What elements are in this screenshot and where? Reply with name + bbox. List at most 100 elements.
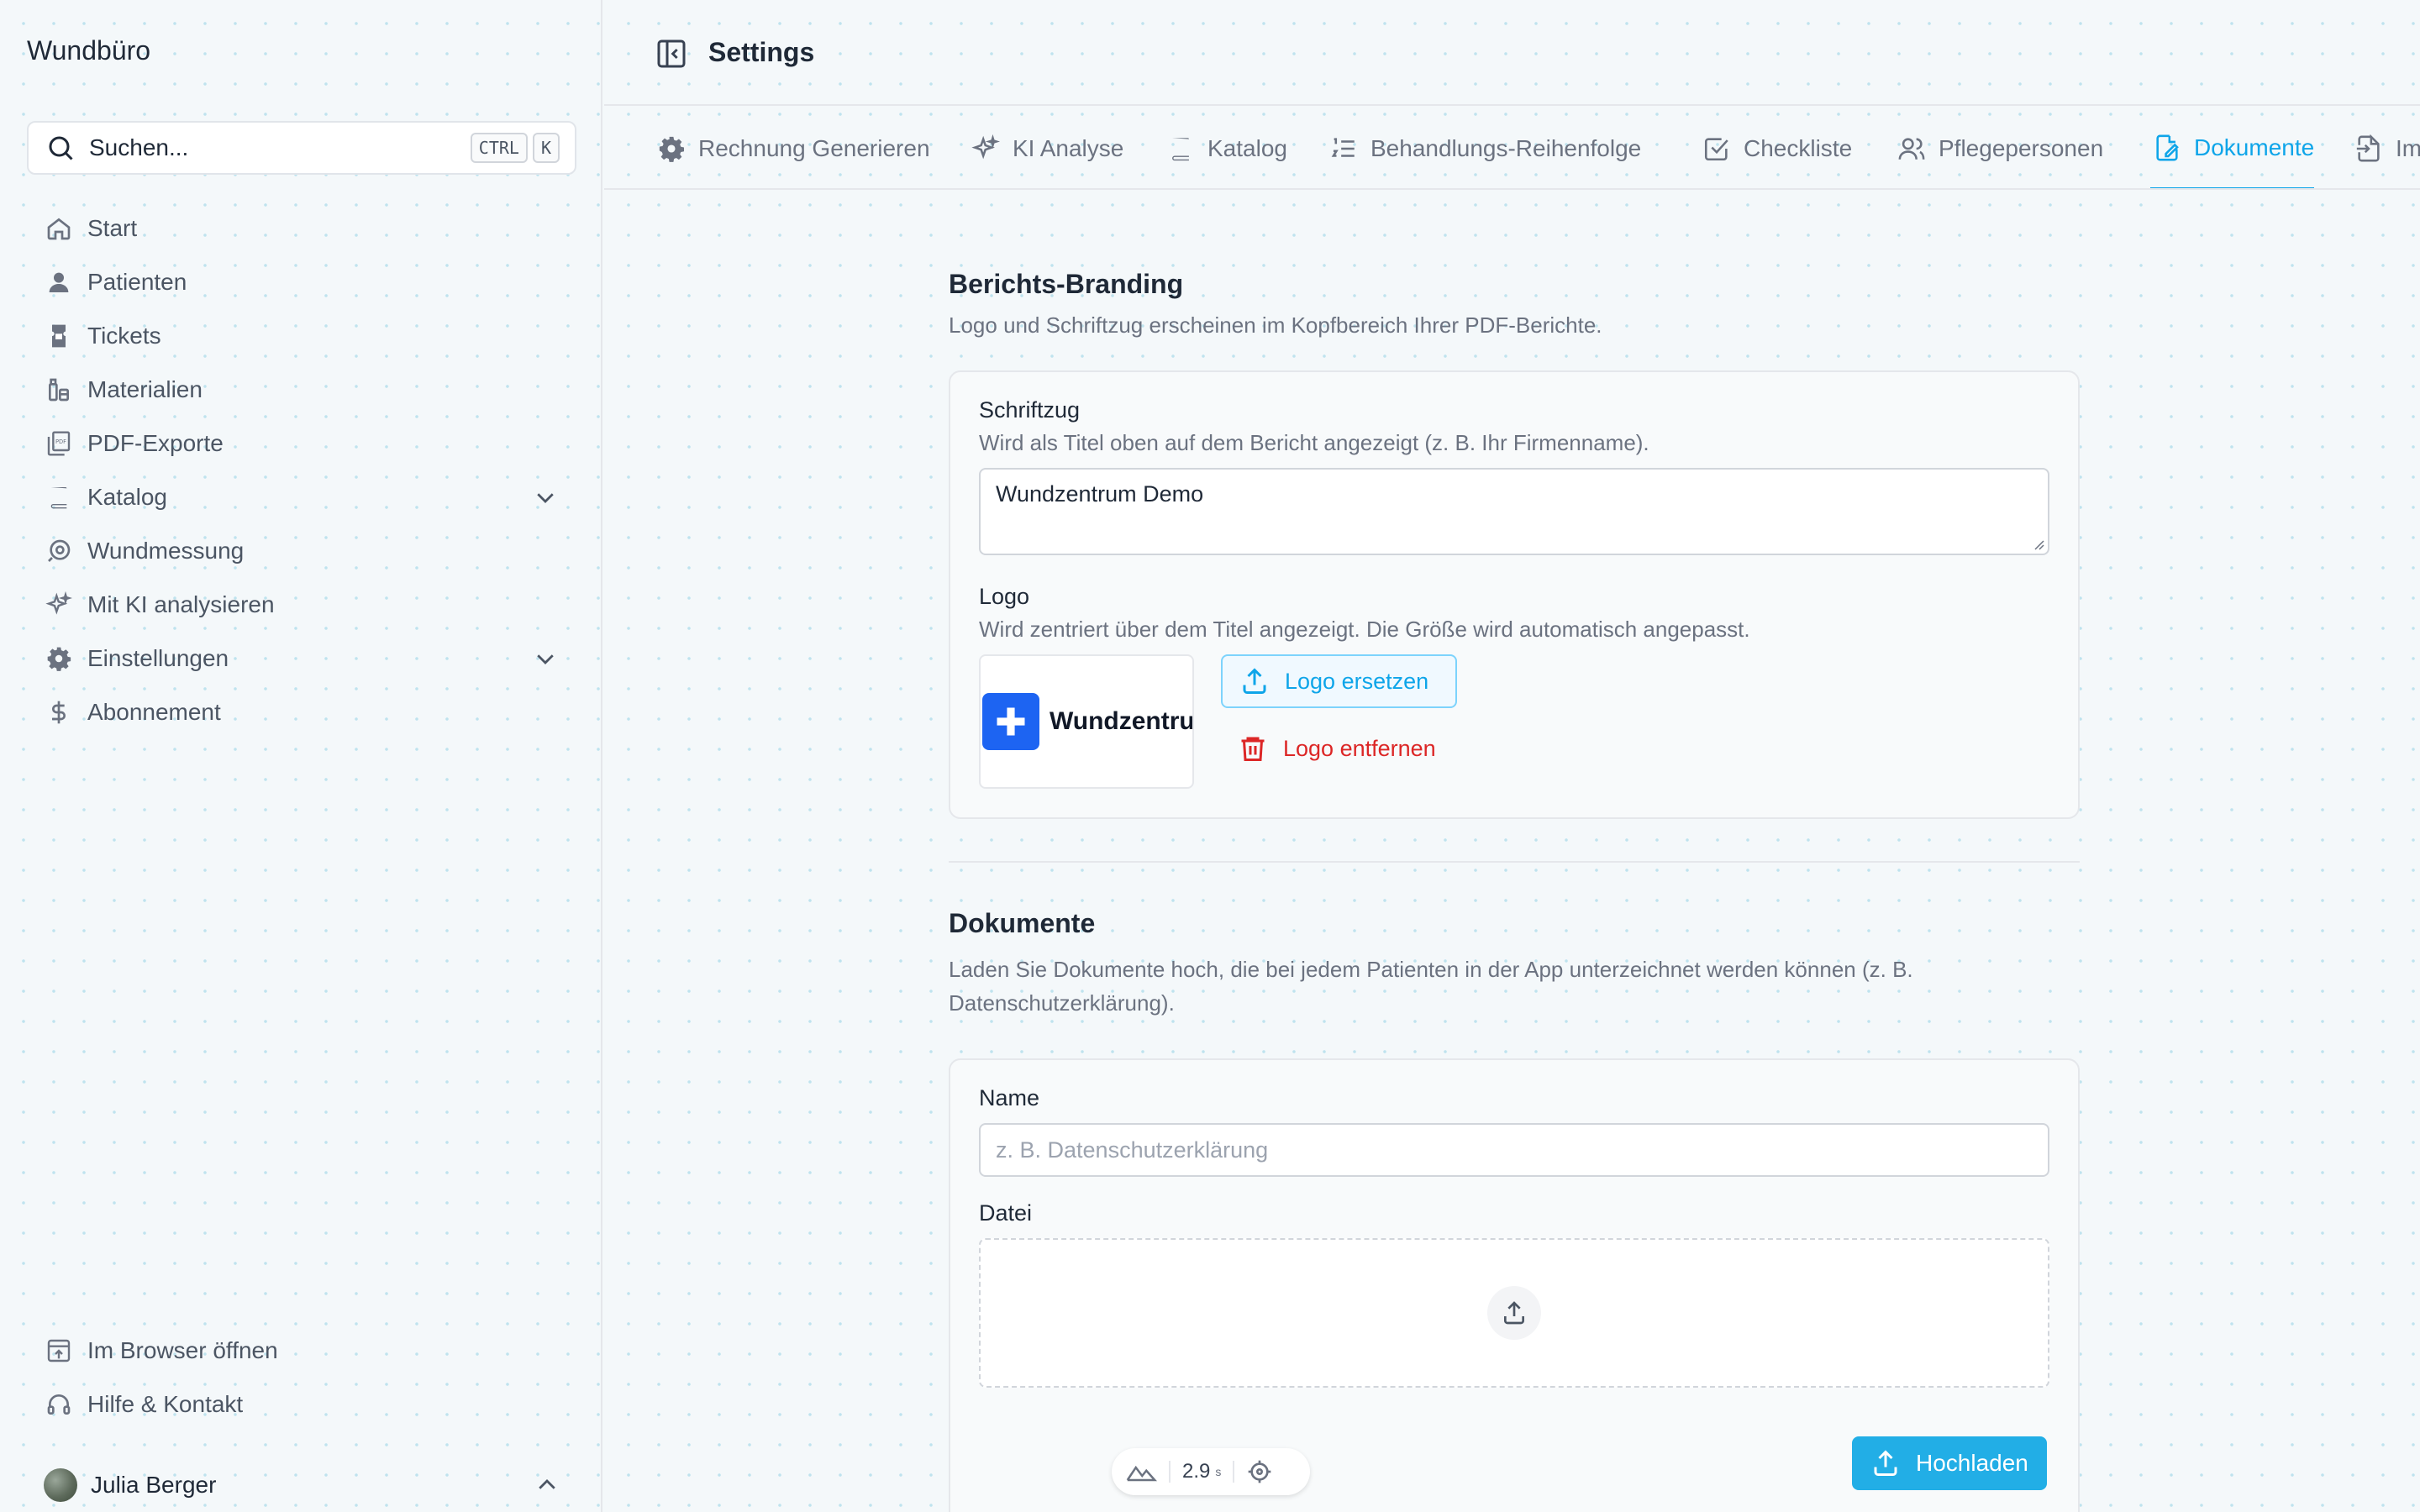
upload-button-label: Hochladen: [1916, 1450, 2028, 1476]
sidebar-toggle-icon[interactable]: [655, 37, 688, 71]
logo-actions: Logo ersetzen Logo entfernen: [1221, 654, 1458, 789]
replace-logo-label: Logo ersetzen: [1285, 668, 1429, 694]
document-file-label: Datei: [979, 1200, 1033, 1226]
measure-icon: [44, 536, 74, 566]
shortcut-key-ctrl: CTRL: [470, 133, 528, 163]
tab-label: Dokumente: [2194, 134, 2315, 160]
book-icon: [1164, 132, 1197, 165]
gear-icon: [44, 643, 74, 674]
ordered-list-icon: [1327, 132, 1360, 165]
shortcut-key-k: K: [532, 133, 560, 163]
crosshair-icon[interactable]: [1246, 1458, 1273, 1485]
medical-cross-icon: [982, 693, 1039, 750]
app-brand: Wundbüro: [27, 35, 151, 66]
sidebar-item-ki-analyse[interactable]: Mit KI analysieren: [27, 578, 576, 632]
sidebar-item-tickets[interactable]: Tickets: [27, 309, 576, 363]
document-name-placeholder: z. B. Datenschutzerklärung: [996, 1137, 1269, 1163]
avatar: [44, 1468, 77, 1502]
sidebar-item-label: Katalog: [87, 484, 167, 510]
book-icon: [44, 482, 74, 512]
document-name-input[interactable]: z. B. Datenschutzerklärung: [979, 1123, 2049, 1177]
materials-icon: [44, 375, 74, 405]
section-divider: [949, 861, 2080, 863]
tab-import[interactable]: Im: [2352, 108, 2420, 188]
user-icon: [44, 267, 74, 297]
sidebar-item-materialien[interactable]: Materialien: [27, 363, 576, 417]
sidebar: Wundbüro Suchen... CTRL K Start Patiente…: [0, 0, 602, 1512]
search-icon: [45, 131, 79, 165]
sidebar-item-label: Einstellungen: [87, 645, 229, 671]
sidebar-item-label: Hilfe & Kontakt: [87, 1391, 244, 1417]
sidebar-item-wundmessung[interactable]: Wundmessung: [27, 524, 576, 578]
tab-label: Pflegepersonen: [1939, 135, 2104, 161]
app-window: Wundbüro Suchen... CTRL K Start Patiente…: [0, 0, 2420, 1512]
separator: [1233, 1461, 1235, 1483]
tab-label: Katalog: [1207, 135, 1287, 161]
replace-logo-button[interactable]: Logo ersetzen: [1221, 654, 1458, 708]
page-title: Settings: [708, 37, 815, 67]
top-bar: Settings: [604, 0, 2420, 106]
upload-button[interactable]: Hochladen: [1852, 1436, 2047, 1490]
sidebar-item-browser[interactable]: Im Browser öffnen: [27, 1324, 576, 1378]
sidebar-bottom-nav: Im Browser öffnen Hilfe & Kontakt: [27, 1324, 576, 1431]
tab-label: KI Analyse: [1013, 135, 1124, 161]
sparkles-icon: [44, 590, 74, 620]
upload-icon: [1870, 1446, 1904, 1480]
sidebar-item-einstellungen[interactable]: Einstellungen: [27, 632, 576, 685]
remove-logo-button[interactable]: Logo entfernen: [1221, 722, 1457, 775]
browser-icon: [44, 1336, 74, 1366]
separator: [1169, 1461, 1171, 1483]
performance-widget[interactable]: 2.9 s: [1112, 1448, 1310, 1495]
tab-dokumente[interactable]: Dokumente: [2150, 108, 2315, 188]
lettering-value: Wundzentrum Demo: [996, 481, 1204, 507]
search-placeholder: Suchen...: [89, 134, 189, 160]
gear-icon: [655, 132, 688, 165]
document-edit-icon: [2150, 131, 2184, 165]
search-bar[interactable]: Suchen... CTRL K: [27, 121, 576, 175]
chevron-down-icon[interactable]: [533, 484, 560, 511]
branding-description: Logo und Schriftzug erscheinen im Kopfbe…: [949, 312, 1602, 338]
tab-label: Behandlungs-Reihenfolge: [1370, 135, 1642, 161]
trash-icon: [1238, 732, 1271, 765]
logo-row: Wundzentrum Demo Logo ersetzen: [979, 654, 2049, 789]
sidebar-item-patienten[interactable]: Patienten: [27, 255, 576, 309]
tab-checkliste[interactable]: Checkliste: [1700, 108, 1853, 188]
sidebar-item-katalog[interactable]: Katalog: [27, 470, 576, 524]
tab-label: Im: [2396, 135, 2420, 161]
tab-rechnung[interactable]: Rechnung Generieren: [655, 108, 930, 188]
chevron-down-icon[interactable]: [533, 645, 560, 672]
dollar-icon: [44, 697, 74, 727]
tab-pflegepersonen[interactable]: Pflegepersonen: [1895, 108, 2104, 188]
user-menu[interactable]: Julia Berger: [27, 1458, 576, 1512]
branding-title: Berichts-Branding: [949, 269, 1184, 299]
lettering-description: Wird als Titel oben auf dem Bericht ange…: [979, 430, 1649, 455]
logo-preview-text: Wundzentrum Demo: [1050, 707, 1194, 735]
chevron-up-icon[interactable]: [534, 1473, 560, 1498]
tab-behandlungs-reihenfolge[interactable]: Behandlungs-Reihenfolge: [1327, 108, 1642, 188]
pdf-icon: PDF: [44, 428, 74, 459]
resize-handle-icon[interactable]: [2031, 537, 2044, 550]
sidebar-item-pdf-exporte[interactable]: PDF PDF-Exporte: [27, 417, 576, 470]
checkbox-icon: [1700, 132, 1733, 165]
tab-label: Rechnung Generieren: [698, 135, 930, 161]
sidebar-item-abonnement[interactable]: Abonnement: [27, 685, 576, 739]
svg-text:PDF: PDF: [55, 438, 66, 445]
lettering-textarea[interactable]: Wundzentrum Demo: [979, 468, 2049, 555]
mountains-icon: [1125, 1459, 1157, 1484]
logo-label: Logo: [979, 584, 1030, 609]
sidebar-item-label: Wundmessung: [87, 538, 245, 564]
settings-tabs: Rechnung Generieren KI Analyse Katalog B…: [604, 108, 2420, 190]
branding-card: Schriftzug Wird als Titel oben auf dem B…: [949, 370, 2080, 819]
user-name: Julia Berger: [91, 1472, 217, 1498]
sidebar-item-label: Abonnement: [87, 699, 221, 725]
settings-content: Berichts-Branding Logo und Schriftzug er…: [949, 269, 2080, 1512]
tab-label: Checkliste: [1744, 135, 1853, 161]
tab-katalog[interactable]: Katalog: [1164, 108, 1287, 188]
sidebar-nav: Start Patienten Tickets Materialien PDF …: [27, 202, 576, 739]
headset-icon: [44, 1389, 74, 1420]
sidebar-item-hilfe[interactable]: Hilfe & Kontakt: [27, 1378, 576, 1431]
tab-ki-analyse[interactable]: KI Analyse: [969, 108, 1124, 188]
file-dropzone[interactable]: [979, 1238, 2049, 1388]
sidebar-item-label: PDF-Exporte: [87, 430, 224, 456]
sidebar-item-start[interactable]: Start: [27, 202, 576, 255]
